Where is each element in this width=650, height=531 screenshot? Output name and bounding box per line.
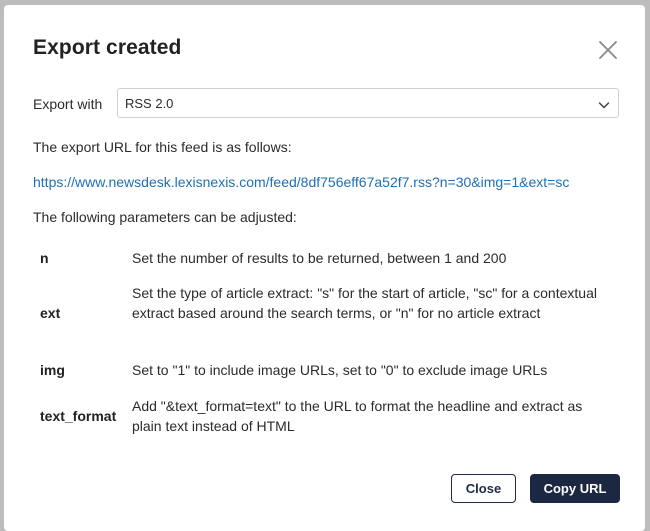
param-description: Add "&text_format=text" to the URL to fo… bbox=[132, 398, 583, 434]
params-intro-text: The following parameters can be adjusted… bbox=[33, 209, 297, 225]
close-icon[interactable] bbox=[596, 38, 620, 62]
close-button[interactable]: Close bbox=[451, 474, 516, 503]
export-format-select[interactable]: RSS 2.0 bbox=[117, 88, 619, 118]
param-description: Set the number of results to be returned… bbox=[132, 250, 507, 266]
param-description: Set to "1" to include image URLs, set to… bbox=[132, 362, 548, 378]
export-format-value: RSS 2.0 bbox=[125, 96, 174, 111]
export-format-row: Export with RSS 2.0 bbox=[33, 88, 620, 120]
param-description: Set the type of article extract: "s" for… bbox=[132, 285, 597, 321]
param-name: text_format bbox=[40, 408, 117, 424]
chevron-down-icon bbox=[598, 98, 610, 110]
param-name: ext bbox=[40, 305, 61, 321]
url-intro-text: The export URL for this feed is as follo… bbox=[33, 139, 292, 155]
param-name: n bbox=[40, 250, 49, 266]
copy-url-button[interactable]: Copy URL bbox=[530, 474, 620, 503]
param-name: img bbox=[40, 362, 65, 378]
export-with-label: Export with bbox=[33, 96, 103, 112]
dialog-title: Export created bbox=[33, 36, 182, 59]
export-dialog: Export created Export with RSS 2.0 The e… bbox=[4, 5, 645, 531]
export-url-link[interactable]: https://www.newsdesk.lexisnexis.com/feed… bbox=[33, 174, 569, 190]
